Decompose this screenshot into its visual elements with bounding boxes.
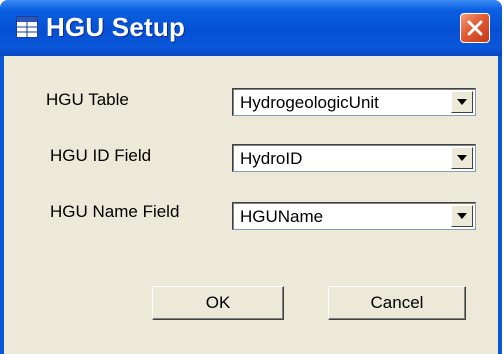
hgu-name-field-label: HGU Name Field [50,202,180,221]
hgu-name-field-value: HGUName [240,207,324,226]
cancel-button[interactable]: Cancel [328,286,466,320]
hgu-table-combo[interactable]: HydrogeologicUnit [232,88,476,116]
hgu-table-value: HydrogeologicUnit [240,93,379,112]
hgu-table-label: HGU Table [46,90,129,109]
title-bar[interactable]: HGU Setup [0,0,502,56]
hgu-id-field-combo[interactable]: HydroID [232,144,476,172]
hgu-name-field-dropdown-button[interactable] [451,205,473,227]
close-button[interactable] [460,13,490,43]
ok-button[interactable]: OK [152,286,284,320]
hgu-setup-dialog: HGU Setup HGU Table HydrogeologicUnit HG… [0,0,502,354]
table-app-icon [16,16,38,38]
hgu-id-field-value: HydroID [240,149,303,168]
hgu-id-field-label: HGU ID Field [50,146,152,165]
hgu-id-field-dropdown-button[interactable] [451,147,473,169]
hgu-table-dropdown-button[interactable] [451,91,473,113]
hgu-name-field-combo[interactable]: HGUName [232,202,476,230]
dialog-title: HGU Setup [46,12,186,42]
